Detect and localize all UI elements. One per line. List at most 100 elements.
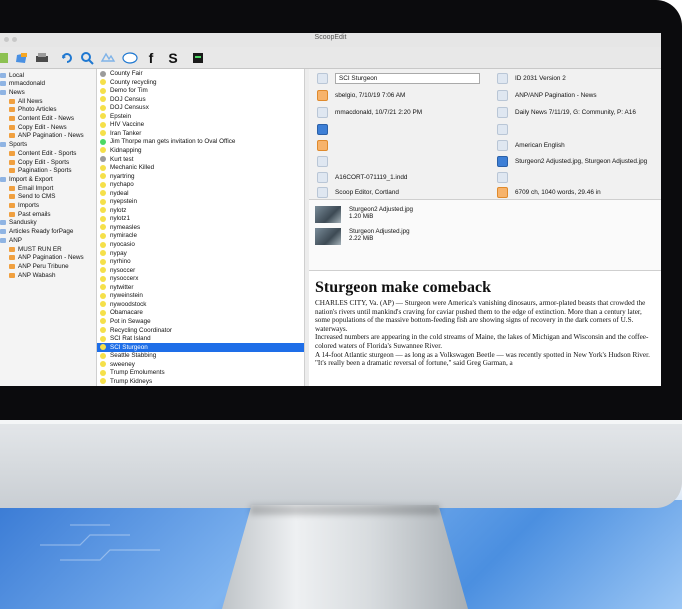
sidebar-item[interactable]: mmacdonald xyxy=(0,80,45,88)
arrow-icon[interactable] xyxy=(317,156,328,167)
open-icon[interactable] xyxy=(15,50,29,65)
story-name-field[interactable]: SCI Sturgeon xyxy=(335,73,480,84)
sidebar-item[interactable]: MUST RUN ER xyxy=(9,245,62,253)
sidebar-item[interactable]: Sports xyxy=(0,141,27,149)
story-item-label: Kidnapping xyxy=(110,146,142,154)
attachment-item[interactable]: Sturgeon Adjusted.jpg 2.22 MiB xyxy=(315,228,410,250)
new-story-icon[interactable] xyxy=(0,50,10,65)
meta-desk: Scoop Editor, Cortland xyxy=(335,189,399,196)
sidebar-item[interactable]: Content Edit - News xyxy=(9,115,74,123)
sidebar-item[interactable]: Sandusky xyxy=(0,219,37,227)
sidebar-item[interactable]: Pagination - Sports xyxy=(9,167,72,175)
folder-icon xyxy=(9,133,15,139)
status-icon xyxy=(100,369,106,376)
meta-publication: Daily News 7/11/19, G: Community, P: A16 xyxy=(515,109,636,116)
status-icon xyxy=(100,344,106,351)
attachment-size: 1.20 MiB xyxy=(349,213,374,220)
group-icon xyxy=(0,229,6,235)
folder-icon xyxy=(9,107,15,113)
status-icon xyxy=(100,361,106,368)
sidebar-item[interactable]: Copy Edit - News xyxy=(9,123,67,131)
story-item-label: sweeney xyxy=(110,360,135,368)
chat-icon[interactable] xyxy=(122,50,138,65)
article-paragraph[interactable]: A 14-foot Atlantic sturgeon — as long as… xyxy=(315,351,655,360)
article-editor[interactable]: Sturgeon make comeback CHARLES CITY, Va.… xyxy=(315,279,655,368)
article-paragraph[interactable]: CHARLES CITY, Va. (AP) — Sturgeon were A… xyxy=(315,299,655,333)
group-icon xyxy=(0,220,6,226)
print-icon[interactable] xyxy=(35,50,49,65)
story-item-label: nylotz xyxy=(110,206,127,214)
sidebar-item[interactable]: Copy Edit - Sports xyxy=(9,158,69,166)
sidebar-item[interactable]: ANP Peru Tribune xyxy=(9,262,69,270)
story-item-label: DOJ Censusx xyxy=(110,104,149,112)
article-paragraph[interactable]: "It's really been a dramatic reversal of… xyxy=(315,359,655,368)
story-item-label: nychapo xyxy=(110,181,134,189)
folder-icon xyxy=(9,124,15,130)
status-icon xyxy=(100,96,106,103)
title-bar: ScoopEdit xyxy=(0,33,661,48)
meta-images-row: Sturgeon2 Adjusted.jpg, Sturgeon Adjuste… xyxy=(497,156,647,167)
sidebar-item[interactable]: Content Edit - Sports xyxy=(9,149,76,157)
sidebar-item[interactable]: Import & Export xyxy=(0,175,53,183)
status-icon xyxy=(100,207,106,214)
sidebar-item-label: Copy Edit - Sports xyxy=(18,158,70,166)
meta-desk-row: Scoop Editor, Cortland xyxy=(317,187,399,198)
article-body[interactable]: CHARLES CITY, Va. (AP) — Sturgeon were A… xyxy=(315,299,655,368)
sidebar-item[interactable]: All News xyxy=(9,97,43,105)
sidebar-item[interactable]: ANP Pagination - News xyxy=(9,132,84,140)
monitor-chin-edge xyxy=(0,420,682,424)
sidebar-item[interactable]: ANP Wabash xyxy=(9,271,55,279)
folder-icon xyxy=(9,150,15,156)
sidebar-item[interactable]: Photo Articles xyxy=(9,106,57,114)
sidebar-item-label: ANP Pagination - News xyxy=(18,132,84,140)
sidebar-item[interactable]: Local xyxy=(0,71,24,79)
article-paragraph[interactable]: Increased numbers are appearing in the c… xyxy=(315,333,655,350)
globe-icon[interactable] xyxy=(497,124,508,135)
skype-icon[interactable]: S xyxy=(168,50,178,66)
sidebar-item-label: ANP Wabash xyxy=(18,271,56,279)
sidebar-item-label: ANP Peru Tribune xyxy=(18,262,69,270)
sidebar-item[interactable]: Past emails xyxy=(9,210,51,218)
terminal-icon[interactable] xyxy=(192,50,204,65)
sidebar-item[interactable]: Articles Ready forPage xyxy=(0,228,73,236)
layout-icon[interactable] xyxy=(317,124,328,135)
sidebar-item[interactable]: Send to CMS xyxy=(9,193,55,201)
search-icon[interactable] xyxy=(80,50,94,65)
sidebar-item-label: Sports xyxy=(9,141,28,149)
sync-icon[interactable] xyxy=(60,50,74,65)
story-item-label: Mechanic Killed xyxy=(110,164,155,172)
info-icon[interactable] xyxy=(497,172,508,183)
sidebar-item[interactable]: ANP Pagination - News xyxy=(9,254,84,262)
toolbar: f S xyxy=(0,47,661,69)
story-item-label: nymeasles xyxy=(110,223,141,231)
sidebar-item-label: Local xyxy=(9,71,25,79)
status-icon xyxy=(100,79,106,86)
group-icon xyxy=(0,81,6,87)
folder-icon xyxy=(9,255,15,261)
story-item[interactable]: Trump Kidneys xyxy=(97,377,304,386)
story-item-label: nyartring xyxy=(110,172,135,180)
status-icon xyxy=(100,327,106,333)
attachment-item[interactable]: Sturgeon2 Adjusted.jpg 1.20 MiB xyxy=(315,206,413,228)
monitor-stand xyxy=(222,505,468,609)
sidebar-item[interactable]: News xyxy=(0,88,25,96)
group-icon xyxy=(0,237,6,243)
meta-created: sbelgio, 7/10/19 7:06 AM xyxy=(335,92,406,99)
sidebar-item-label: Content Edit - News xyxy=(18,115,74,122)
flag-icon[interactable] xyxy=(317,140,328,151)
sidebar-item-label: Articles Ready forPage xyxy=(9,228,74,236)
folder-icon xyxy=(9,211,15,217)
facebook-icon[interactable]: f xyxy=(146,50,156,66)
story-item-label: nyepstein xyxy=(110,198,137,206)
web-icon[interactable] xyxy=(100,50,116,65)
ruler-icon xyxy=(497,187,508,198)
status-icon xyxy=(100,113,106,120)
article-headline[interactable]: Sturgeon make comeback xyxy=(315,279,655,297)
sidebar-item[interactable]: ANP xyxy=(0,236,22,244)
group-icon xyxy=(0,89,6,95)
status-icon xyxy=(100,198,106,205)
story-item-label: nytwitter xyxy=(110,283,134,291)
sidebar-item[interactable]: Email Import xyxy=(9,184,53,192)
meta-images: Sturgeon2 Adjusted.jpg, Sturgeon Adjuste… xyxy=(515,158,648,165)
sidebar-item[interactable]: Imports xyxy=(9,202,39,210)
